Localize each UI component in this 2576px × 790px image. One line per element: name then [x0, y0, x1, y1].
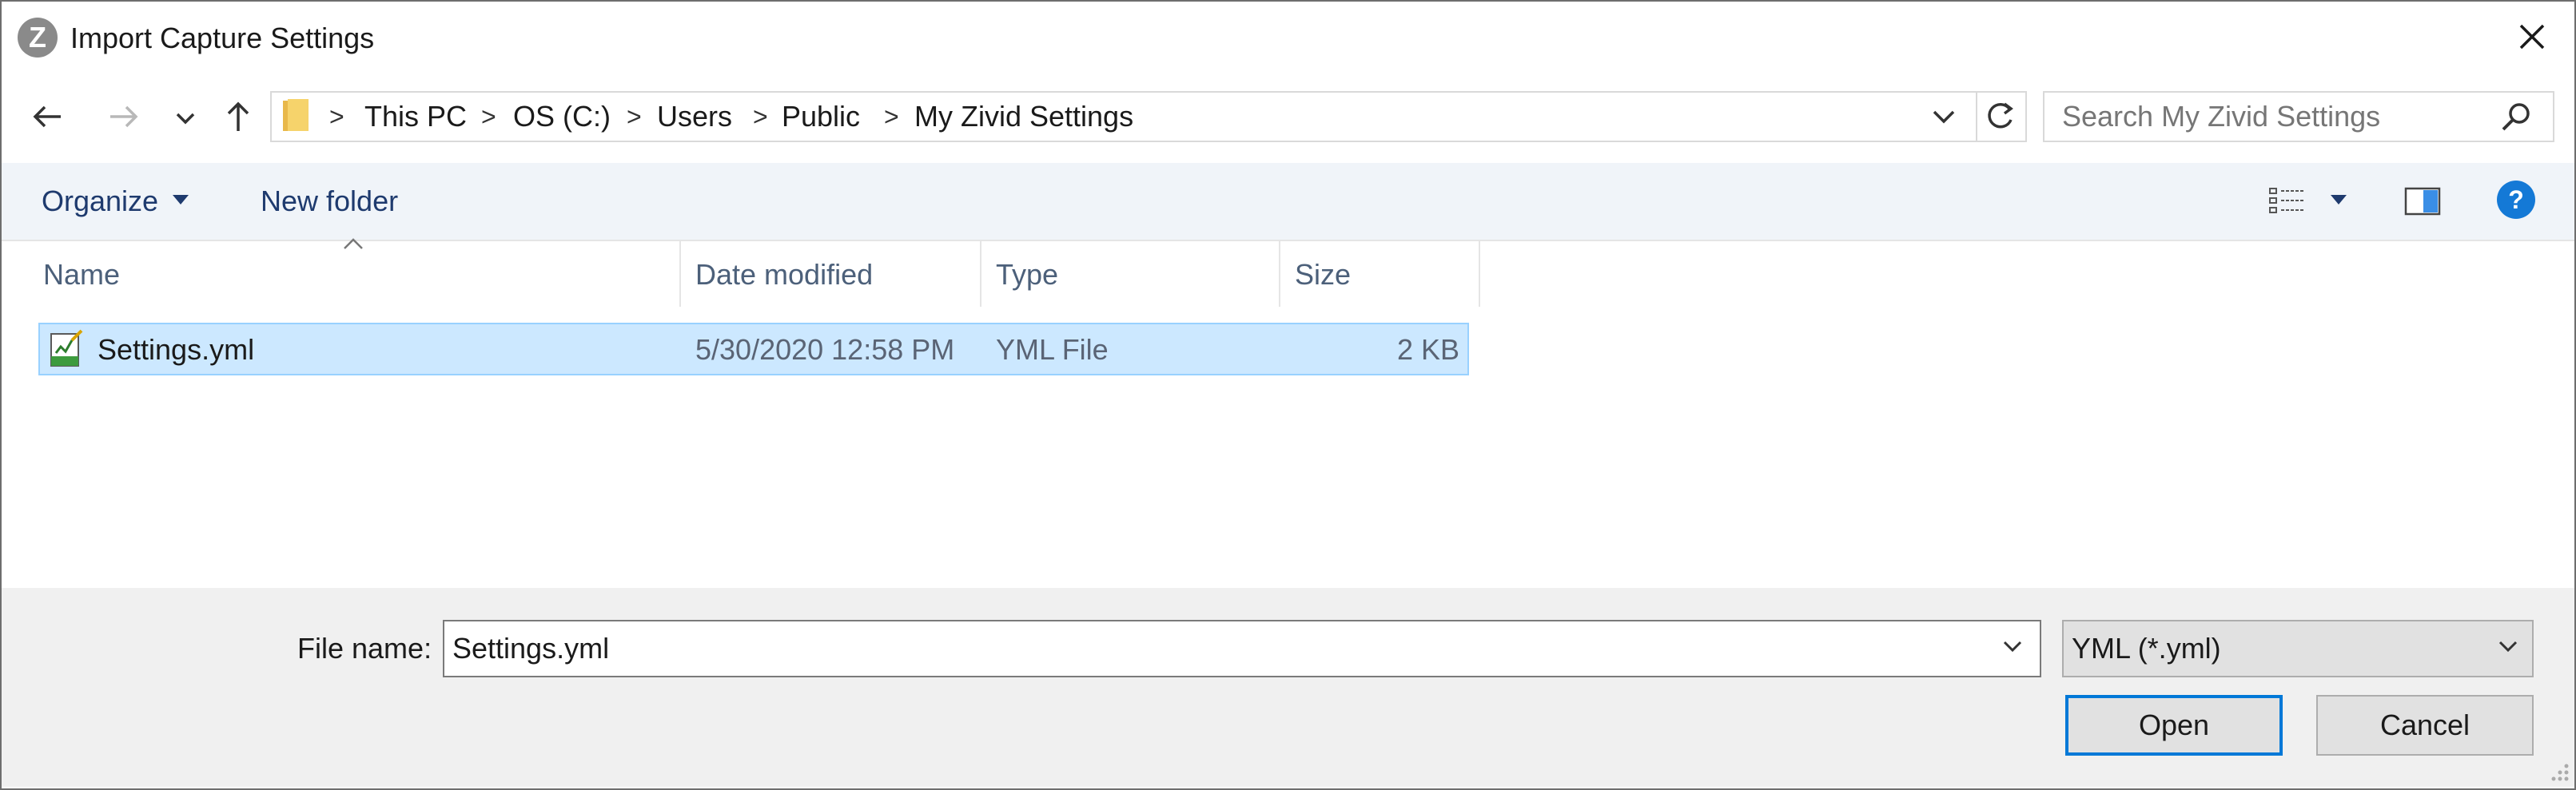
organize-button[interactable]: Organize — [42, 182, 158, 220]
zivid-logo-icon: Z — [18, 18, 58, 58]
chevron-down-icon — [2331, 195, 2347, 204]
file-name-cell: Settings.yml — [98, 333, 255, 366]
view-options-button[interactable] — [2267, 182, 2310, 220]
window-title: Import Capture Settings — [70, 22, 375, 54]
back-arrow-icon — [33, 105, 61, 128]
sort-ascending-icon — [342, 236, 364, 251]
chevron-down-icon — [1933, 110, 1955, 124]
breadcrumb-separator: > — [884, 102, 899, 131]
preview-pane-button[interactable] — [2404, 185, 2441, 217]
breadcrumb-this-pc[interactable]: This PC — [364, 94, 467, 139]
file-type-cell: YML File — [996, 333, 1109, 366]
breadcrumb-my-zivid-settings[interactable]: My Zivid Settings — [914, 94, 1133, 139]
search-button[interactable] — [2498, 99, 2534, 134]
up-button[interactable] — [219, 97, 257, 136]
refresh-icon — [1988, 102, 2013, 129]
help-button[interactable]: ? — [2495, 179, 2537, 220]
forward-arrow-icon — [110, 105, 138, 128]
column-divider[interactable] — [980, 240, 981, 307]
search-placeholder: Search My Zivid Settings — [2062, 100, 2381, 133]
file-name-label: File name: — [297, 632, 432, 665]
breadcrumb-public[interactable]: Public — [782, 94, 860, 139]
footer-panel — [2, 588, 2574, 787]
file-name-input[interactable] — [443, 620, 2041, 677]
new-folder-button[interactable]: New folder — [261, 182, 398, 220]
file-name-dropdown-button[interactable] — [1995, 629, 2030, 665]
column-header-date-modified[interactable]: Date modified — [695, 254, 873, 296]
svg-text:?: ? — [2508, 185, 2524, 214]
close-icon — [2519, 24, 2545, 50]
column-divider[interactable] — [1279, 240, 1280, 307]
help-icon: ? — [2497, 181, 2535, 219]
organize-dropdown-icon — [171, 192, 190, 208]
file-type-dropdown-button[interactable] — [2490, 629, 2526, 665]
column-divider[interactable] — [679, 240, 681, 307]
breadcrumb-users[interactable]: Users — [657, 94, 732, 139]
breadcrumb-separator: > — [753, 102, 768, 131]
breadcrumb-os-c[interactable]: OS (C:) — [513, 94, 611, 139]
column-header-type[interactable]: Type — [996, 254, 1058, 296]
back-button[interactable] — [29, 97, 67, 136]
file-name-value: Settings.yml — [452, 632, 610, 665]
recent-locations-button[interactable] — [171, 104, 200, 133]
file-type-value: YML (*.yml) — [2072, 632, 2221, 665]
preview-pane-icon — [2404, 187, 2441, 216]
close-button[interactable] — [2510, 14, 2554, 59]
refresh-button[interactable] — [1977, 91, 2027, 142]
view-details-icon — [2269, 188, 2305, 213]
chevron-down-icon — [2498, 641, 2518, 653]
up-arrow-icon — [227, 101, 249, 131]
breadcrumb-separator: > — [627, 102, 642, 131]
column-header-name[interactable]: Name — [43, 254, 120, 296]
chevron-down-icon — [176, 113, 195, 125]
cancel-button[interactable]: Cancel — [2316, 695, 2534, 756]
open-button[interactable]: Open — [2065, 695, 2283, 756]
file-size-cell: 2 KB — [1396, 333, 1459, 366]
resize-grip-icon[interactable] — [2546, 759, 2570, 783]
address-dropdown-button[interactable] — [1926, 99, 1961, 134]
breadcrumb-separator: > — [481, 102, 496, 131]
breadcrumb-separator: > — [329, 102, 344, 131]
file-date-cell: 5/30/2020 12:58 PM — [695, 333, 955, 366]
view-dropdown-button[interactable] — [2329, 192, 2348, 208]
search-icon — [2502, 103, 2530, 131]
chevron-down-icon — [2003, 641, 2022, 653]
column-divider[interactable] — [1479, 240, 1480, 307]
folder-icon — [280, 97, 312, 134]
yml-file-icon — [48, 329, 85, 369]
column-header-size[interactable]: Size — [1295, 254, 1351, 296]
forward-button[interactable] — [104, 97, 142, 136]
